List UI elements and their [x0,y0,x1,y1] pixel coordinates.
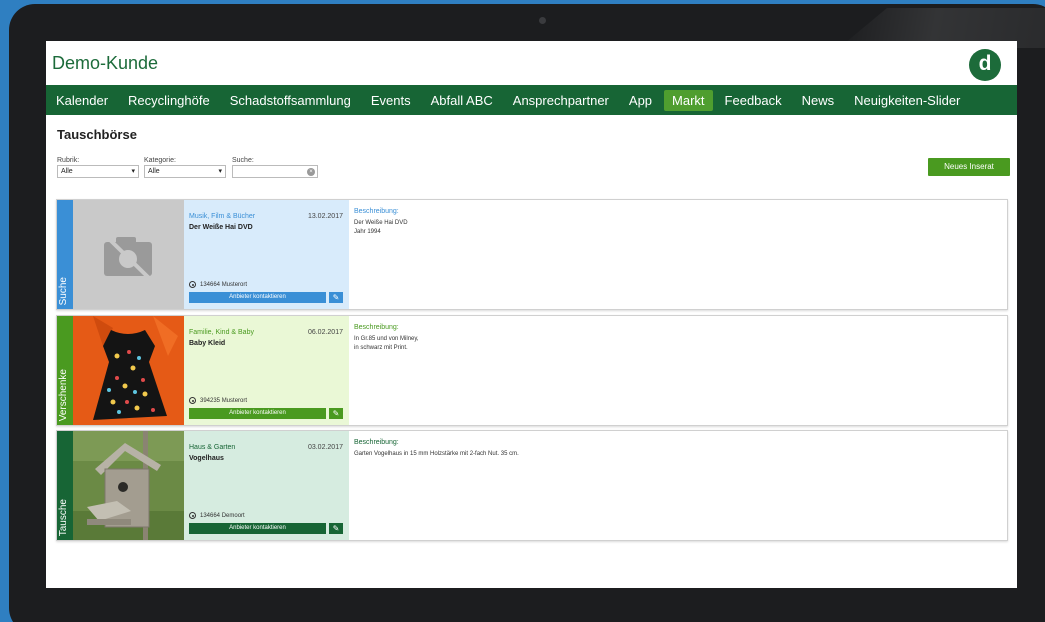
listing-type: Suche [58,276,69,305]
listing-card: Tausche Haus & Garten 03.02.2017 Vogelha… [56,430,1008,541]
listing-image-placeholder[interactable] [73,200,184,309]
search-input[interactable]: × [232,165,318,178]
kategorie-filter: Kategorie: Alle ▾ [144,157,226,178]
listing-date: 03.02.2017 [307,444,343,451]
description-label: Beschreibung: [354,208,399,215]
listing-title: Vogelhaus [189,455,224,462]
app-screen: Demo-Kunde d Kalender Recyclinghöfe Scha… [46,41,1017,588]
listing-date: 06.02.2017 [307,329,343,336]
location-pin-icon [189,281,196,288]
description-line: in schwarz mit Print. [354,345,408,351]
main-nav: Kalender Recyclinghöfe Schadstoffsammlun… [46,85,1017,115]
new-listing-button[interactable]: Neues Inserat [928,158,1010,176]
listing-card: Verschenke Familie, Kind & Baby 06.02.20… [56,315,1008,426]
caret-down-icon: ▾ [131,168,135,175]
nav-item-recyclinghoefe[interactable]: Recyclinghöfe [120,90,218,111]
description-line: Garten Vogelhaus in 15 mm Holzstärke mit… [354,451,519,457]
baby-dress-photo [73,316,184,425]
nav-item-neuigkeiten-slider[interactable]: Neuigkeiten-Slider [846,90,968,111]
description-line: In Gr.85 und von Milney, [354,336,419,342]
clear-icon[interactable]: × [307,168,315,176]
contact-seller-button[interactable]: Anbieter kontaktieren [189,408,326,419]
caret-down-icon: ▾ [218,168,222,175]
nav-item-abfall-abc[interactable]: Abfall ABC [423,90,501,111]
nav-item-schadstoffsammlung[interactable]: Schadstoffsammlung [222,90,359,111]
listing-type-strip: Suche [57,200,73,309]
listing-description: Beschreibung: Garten Vogelhaus in 15 mm … [354,439,994,459]
listing-category: Haus & Garten [189,444,236,451]
listing-type-strip: Verschenke [57,316,73,425]
listing-location-text: 134664 Demoort [200,512,245,519]
listing-type: Verschenke [58,368,69,421]
listing-info-panel: Familie, Kind & Baby 06.02.2017 Baby Kle… [184,316,349,425]
listing-image-birdhouse[interactable] [73,431,184,540]
contact-seller-button[interactable]: Anbieter kontaktieren [189,523,326,534]
location-pin-icon [189,397,196,404]
kategorie-value: Alle [148,168,160,175]
listing-location: 134664 Musterort [189,281,247,288]
page-title: Tauschbörse [57,127,137,142]
listing-location: 134664 Demoort [189,512,245,519]
listing-date: 13.02.2017 [307,213,343,220]
listing-location: 394235 Musterort [189,397,247,404]
location-pin-icon [189,512,196,519]
nav-item-kalender[interactable]: Kalender [48,90,116,111]
nav-item-news[interactable]: News [794,90,843,111]
description-label: Beschreibung: [354,324,399,331]
nav-item-ansprechpartner[interactable]: Ansprechpartner [505,90,617,111]
nav-item-markt[interactable]: Markt [664,89,713,111]
birdhouse-photo [73,431,184,540]
listing-info-panel: Musik, Film & Bücher 13.02.2017 Der Weiß… [184,200,349,309]
kategorie-label: Kategorie: [144,157,176,164]
listing-type: Tausche [58,498,69,536]
top-bar: Demo-Kunde d [46,41,1017,85]
edit-icon[interactable]: ✎ [329,292,343,303]
webcam [539,17,546,24]
listing-description: Beschreibung: In Gr.85 und von Milney, i… [354,324,994,353]
kategorie-select[interactable]: Alle ▾ [144,165,226,178]
no-image-icon [104,234,153,282]
app-title: Demo-Kunde [52,53,159,73]
listing-title: Baby Kleid [189,340,226,347]
rubrik-filter: Rubrik: Alle ▾ [57,157,139,178]
logo-icon[interactable]: d [969,49,1001,81]
listing-description: Beschreibung: Der Weiße Hai DVD Jahr 199… [354,208,994,237]
listing-info-panel: Haus & Garten 03.02.2017 Vogelhaus 13466… [184,431,349,540]
suche-label: Suche: [232,157,254,164]
contact-seller-button[interactable]: Anbieter kontaktieren [189,292,326,303]
listing-image-baby-dress[interactable] [73,316,184,425]
listing-category: Musik, Film & Bücher [189,213,256,220]
nav-item-feedback[interactable]: Feedback [717,90,790,111]
listing-location-text: 394235 Musterort [200,397,248,404]
listing-card: Suche Musik, Film & Bücher 13.02.2017 De… [56,199,1008,310]
rubrik-value: Alle [61,168,73,175]
description-label: Beschreibung: [354,439,399,446]
description-line: Der Weiße Hai DVD [354,220,408,226]
listing-location-text: 134664 Musterort [200,281,248,288]
description-line: Jahr 1994 [354,229,381,235]
suche-filter: Suche: × [232,157,318,178]
edit-icon[interactable]: ✎ [329,408,343,419]
edit-icon[interactable]: ✎ [329,523,343,534]
rubrik-label: Rubrik: [57,157,80,164]
listing-title: Der Weiße Hai DVD [189,224,253,231]
nav-item-events[interactable]: Events [363,90,419,111]
nav-item-app[interactable]: App [621,90,660,111]
listing-type-strip: Tausche [57,431,73,540]
listing-category: Familie, Kind & Baby [189,329,254,336]
rubrik-select[interactable]: Alle ▾ [57,165,139,178]
